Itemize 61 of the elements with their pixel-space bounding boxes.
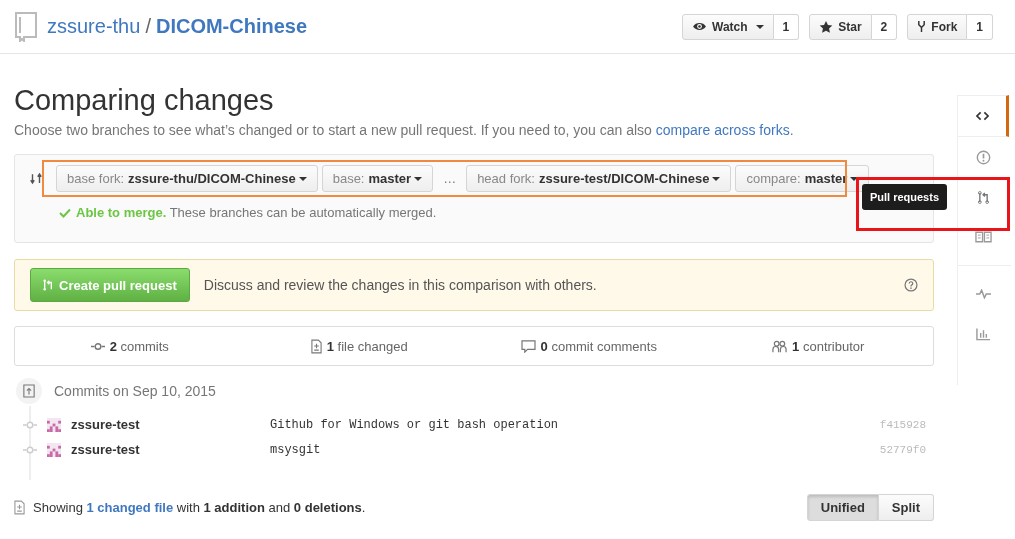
avatar: [47, 442, 61, 457]
people-icon: [772, 338, 788, 354]
commit-dot-icon: [23, 420, 37, 429]
path-separator: /: [145, 15, 151, 38]
branch-select[interactable]: base: master: [321, 165, 434, 192]
caret-icon: [298, 176, 307, 181]
pull-request-icon: [978, 189, 989, 205]
owner-link[interactable]: zssure-thu: [47, 15, 141, 38]
action-count[interactable]: 2: [871, 13, 898, 40]
stat-link[interactable]: 0 commit comments: [540, 338, 657, 354]
sidebar-item[interactable]: [958, 95, 1009, 137]
caret-icon: [755, 24, 764, 29]
repo-link[interactable]: DICOM-Chinese: [155, 15, 308, 38]
view-mode-button[interactable]: Unified: [806, 494, 879, 521]
diff-summary: Showing 1 changed file with 1 addition and 0 deletions.: [33, 500, 366, 515]
pull-request-icon: [43, 278, 53, 292]
commit-message[interactable]: msysgit: [270, 442, 321, 457]
pulse-icon: [976, 289, 991, 299]
book-icon: [975, 231, 992, 243]
help-icon[interactable]: [904, 278, 918, 292]
branch-select[interactable]: base fork: zssure-thu/DICOM-Chinese: [56, 165, 318, 192]
changed-file-link[interactable]: 1 changed file: [86, 500, 174, 515]
avatar: [47, 417, 61, 432]
action-count[interactable]: 1: [773, 13, 800, 40]
commit-date: Commits on Sep 10, 2015: [54, 383, 216, 399]
page-description: Choose two branches to see what’s changed or to start a new pull request. If you need to, you can also compare across forks.: [14, 122, 795, 138]
repo-icon: [14, 11, 38, 42]
eye-icon: [692, 21, 707, 32]
branch-select[interactable]: compare: master: [735, 165, 870, 192]
star-icon: [819, 19, 834, 34]
commit-author[interactable]: zssure-test: [71, 442, 270, 457]
bar-graph-icon: [976, 327, 991, 341]
repo-action-button[interactable]: Fork: [907, 13, 968, 40]
tooltip: Pull requests: [861, 184, 947, 210]
create-hint: Discuss and review the changes in this comparison with others.: [203, 277, 597, 293]
stat-link[interactable]: 1 contributor: [792, 338, 865, 354]
view-mode-button[interactable]: Split: [878, 494, 934, 521]
commit-dot-icon: [23, 445, 37, 454]
caret-icon: [712, 176, 721, 181]
merge-status: Able to merge. These branches can be automatically merged.: [76, 205, 437, 220]
compare-forks-link[interactable]: compare across forks: [655, 122, 790, 138]
stat-link[interactable]: 2 commits: [109, 338, 169, 354]
caret-icon: [850, 176, 859, 181]
file-diff-icon: [14, 500, 25, 515]
action-count[interactable]: 1: [967, 13, 993, 40]
swap-icon: [29, 171, 43, 186]
commit-author[interactable]: zssure-test: [71, 417, 270, 432]
commit-icon: [90, 341, 105, 351]
issue-icon: [976, 149, 991, 165]
fork-icon: [917, 20, 927, 33]
branch-select[interactable]: head fork: zssure-test/DICOM-Chinese: [466, 165, 732, 192]
repo-action-button[interactable]: Star: [809, 13, 872, 40]
repo-action-button[interactable]: Watch: [682, 13, 774, 40]
caret-icon: [414, 176, 423, 181]
code-icon: [975, 111, 989, 121]
page-title: Comparing changes: [14, 84, 275, 117]
file-icon: [310, 338, 322, 354]
range-ellipsis: …: [443, 171, 457, 186]
commit-message[interactable]: Github for Windows or git bash operation: [270, 417, 559, 432]
comment-icon: [520, 339, 536, 353]
stat-link[interactable]: 1 file changed: [326, 338, 408, 354]
